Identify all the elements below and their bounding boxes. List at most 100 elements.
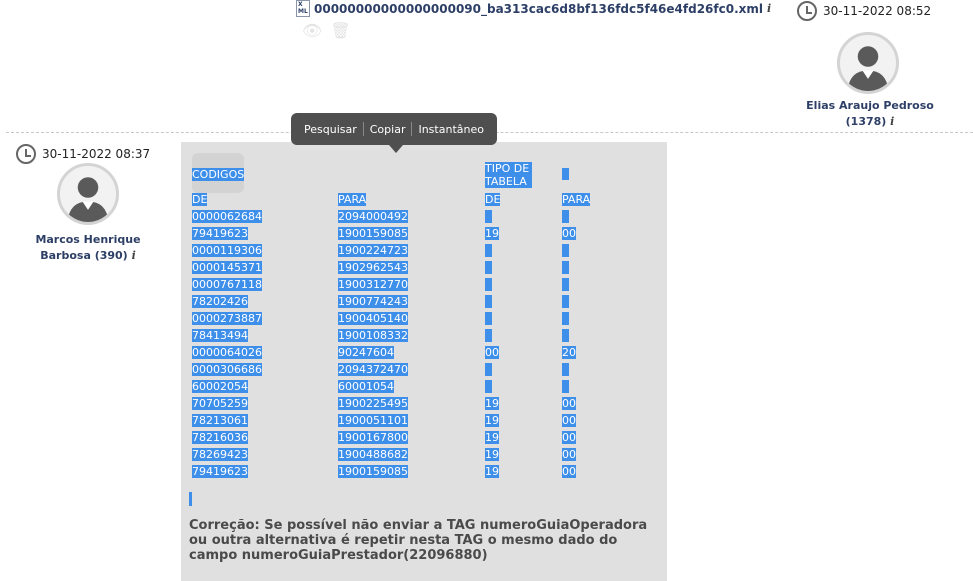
table-cell	[485, 380, 492, 393]
table-subheader-tipo-de: DE	[485, 193, 501, 206]
table-cell: 1902962543	[338, 261, 408, 274]
selection-caret	[189, 492, 192, 506]
menu-item-instantaneo[interactable]: Instantâneo	[412, 123, 490, 136]
table-cell: 60001054	[338, 380, 394, 393]
info-icon[interactable]: i	[890, 115, 894, 128]
avatar	[837, 32, 899, 94]
message-timestamp-text: 30-11-2022 08:37	[42, 147, 151, 161]
table-cell: 00	[562, 431, 576, 444]
table-cell	[485, 363, 492, 376]
table-cell	[485, 244, 492, 257]
info-icon[interactable]: i	[132, 249, 136, 262]
table-cell: 79419623	[192, 465, 248, 478]
table-cell: 19	[485, 397, 499, 410]
table-cell: 1900312770	[338, 278, 408, 291]
table-cell	[562, 261, 569, 274]
correction-text: Correção: Se possível não enviar a TAG n…	[189, 518, 648, 563]
table-header-codigos: CODIGOS	[192, 168, 245, 181]
table-cell: 1900051101	[338, 414, 408, 427]
table-cell: 19	[485, 465, 499, 478]
table-cell: 1900159085	[338, 465, 408, 478]
table-cell: 78413494	[192, 329, 248, 342]
user-silhouette-icon	[847, 46, 889, 91]
top-user-name[interactable]: Elias Araujo Pedroso (1378) i	[795, 98, 945, 130]
table-cell	[485, 295, 492, 308]
table-cell: 78269423	[192, 448, 248, 461]
info-icon[interactable]: i	[767, 2, 771, 15]
menu-item-pesquisar[interactable]: Pesquisar	[298, 123, 363, 136]
message-user-name[interactable]: Marcos Henrique Barbosa (390) i	[13, 232, 163, 264]
table-cell: 0000145371	[192, 261, 262, 274]
table-cell: 60002054	[192, 380, 248, 393]
table-cell: 70705259	[192, 397, 248, 410]
table-cell: 20	[562, 346, 576, 359]
message-bubble	[181, 142, 667, 581]
table-cell	[562, 380, 569, 393]
table-cell	[485, 312, 492, 325]
table-cell	[485, 329, 492, 342]
table-cell: 2094000492	[338, 210, 408, 223]
table-subheader-para: PARA	[338, 193, 367, 206]
table-subheader-de: DE	[192, 193, 208, 206]
xml-file-icon: X ML	[296, 0, 310, 17]
table-cell: 00	[562, 465, 576, 478]
avatar	[57, 163, 119, 225]
table-cell: 1900774243	[338, 295, 408, 308]
table-cell	[562, 363, 569, 376]
table-cell: 78213061	[192, 414, 248, 427]
message-user-name-line2: Barbosa (390)	[40, 249, 128, 262]
clock-icon	[16, 144, 36, 164]
table-cell: 19	[485, 448, 499, 461]
attachment-actions: 👁 🗑	[302, 21, 771, 40]
table-cell: 0000767118	[192, 278, 262, 291]
table-cell: 1900225495	[338, 397, 408, 410]
table-cell: 19	[485, 414, 499, 427]
table-cell: 1900159085	[338, 227, 408, 240]
table-cell: 0000119306	[192, 244, 262, 257]
attachment-link[interactable]: 00000000000000000090_ba313cac6d8bf136fdc…	[314, 2, 763, 16]
top-user-name-text: Elias Araujo Pedroso	[806, 99, 934, 112]
table-cell: 19	[485, 227, 499, 240]
chat-thread: X ML 00000000000000000090_ba313cac6d8bf13…	[0, 0, 973, 581]
table-header-empty	[562, 168, 569, 180]
top-timestamp-text: 30-11-2022 08:52	[823, 4, 932, 18]
table-cell: 1900108332	[338, 329, 408, 342]
table-cell: 00	[562, 397, 576, 410]
table-cell: 1900488682	[338, 448, 408, 461]
top-timestamp: 30-11-2022 08:52	[797, 1, 931, 21]
table-cell	[562, 278, 569, 291]
table-cell: 19	[485, 431, 499, 444]
table-cell	[562, 210, 569, 223]
eye-icon[interactable]: 👁	[302, 21, 322, 40]
table-cell: 79419623	[192, 227, 248, 240]
clock-icon	[797, 1, 817, 21]
table-cell: 1900167800	[338, 431, 408, 444]
table-cell	[485, 278, 492, 291]
table-cell: 78216036	[192, 431, 248, 444]
attachment-message: X ML 00000000000000000090_ba313cac6d8bf13…	[296, 0, 771, 40]
table-cell: 00	[562, 414, 576, 427]
table-subheader-tipo-para: PARA	[562, 193, 591, 206]
table-cell	[562, 329, 569, 342]
table-cell: 0000306686	[192, 363, 262, 376]
table-cell: 0000273887	[192, 312, 262, 325]
table-cell: 78202426	[192, 295, 248, 308]
trash-icon[interactable]: 🗑	[330, 21, 350, 40]
table-cell: 0000064026	[192, 346, 262, 359]
selection-context-menu: Pesquisar Copiar Instantâneo	[291, 113, 497, 153]
table-cell	[485, 261, 492, 274]
user-silhouette-icon	[67, 177, 109, 222]
table-cell: 0000062684	[192, 210, 262, 223]
message-timestamp: 30-11-2022 08:37	[16, 144, 150, 164]
table-cell: 00	[562, 227, 576, 240]
table-cell: 00	[485, 346, 499, 359]
table-cell	[562, 312, 569, 325]
table-cell: 90247604	[338, 346, 394, 359]
table-cell: 2094372470	[338, 363, 408, 376]
table-header-tipo-tabela: TIPO DE TABELA	[485, 162, 532, 188]
table-cell	[485, 210, 492, 223]
table-cell: 1900224723	[338, 244, 408, 257]
menu-item-copiar[interactable]: Copiar	[364, 123, 412, 136]
table-cell	[562, 295, 569, 308]
attachment-row: X ML 00000000000000000090_ba313cac6d8bf13…	[296, 0, 771, 17]
